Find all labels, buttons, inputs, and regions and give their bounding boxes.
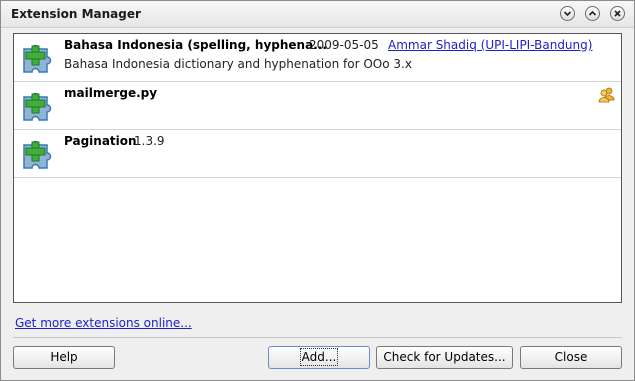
extension-name: Pagination <box>64 134 137 148</box>
extension-description: Bahasa Indonesia dictionary and hyphenat… <box>64 57 412 71</box>
add-button-label: Add... <box>299 348 339 366</box>
extension-list[interactable]: Bahasa Indonesia (spelling, hyphena... 2… <box>13 33 622 303</box>
title-bar: Extension Manager <box>1 1 634 28</box>
puzzle-piece-plus-icon <box>23 92 52 121</box>
help-button-label: Help <box>50 350 78 364</box>
extension-name: mailmerge.py <box>64 86 158 100</box>
divider <box>13 337 622 338</box>
get-more-extensions-link[interactable]: Get more extensions online... <box>15 316 192 330</box>
puzzle-piece-plus-icon <box>23 140 52 169</box>
puzzle-piece-plus-icon <box>23 44 52 73</box>
extension-row[interactable]: Bahasa Indonesia (spelling, hyphena... 2… <box>14 34 621 82</box>
extension-name: Bahasa Indonesia (spelling, hyphena... <box>64 38 327 52</box>
extension-row[interactable]: mailmerge.py <box>14 82 621 130</box>
close-button[interactable]: Close <box>520 346 622 369</box>
extension-row[interactable]: Pagination 1.3.9 <box>14 130 621 178</box>
maximize-button[interactable] <box>585 6 600 21</box>
close-window-button[interactable] <box>610 6 625 21</box>
extension-version: 2009-05-05 <box>309 38 379 52</box>
extension-version: 1.3.9 <box>134 134 165 148</box>
close-button-label: Close <box>554 350 588 364</box>
shared-users-icon <box>598 87 615 103</box>
check-for-updates-button-label: Check for Updates... <box>383 350 506 364</box>
add-button[interactable]: Add... <box>268 346 370 369</box>
help-button[interactable]: Help <box>13 346 115 369</box>
close-icon <box>614 10 621 17</box>
chevron-up-icon <box>588 10 597 16</box>
minimize-button[interactable] <box>560 6 575 21</box>
chevron-down-icon <box>563 11 572 17</box>
extension-manager-window: Extension Manager Bahasa Indonesia (spel… <box>0 0 635 381</box>
window-title: Extension Manager <box>11 7 141 21</box>
extension-publisher-link[interactable]: Ammar Shadiq (UPI-LIPI-Bandung) <box>388 38 592 52</box>
check-for-updates-button[interactable]: Check for Updates... <box>376 346 513 369</box>
